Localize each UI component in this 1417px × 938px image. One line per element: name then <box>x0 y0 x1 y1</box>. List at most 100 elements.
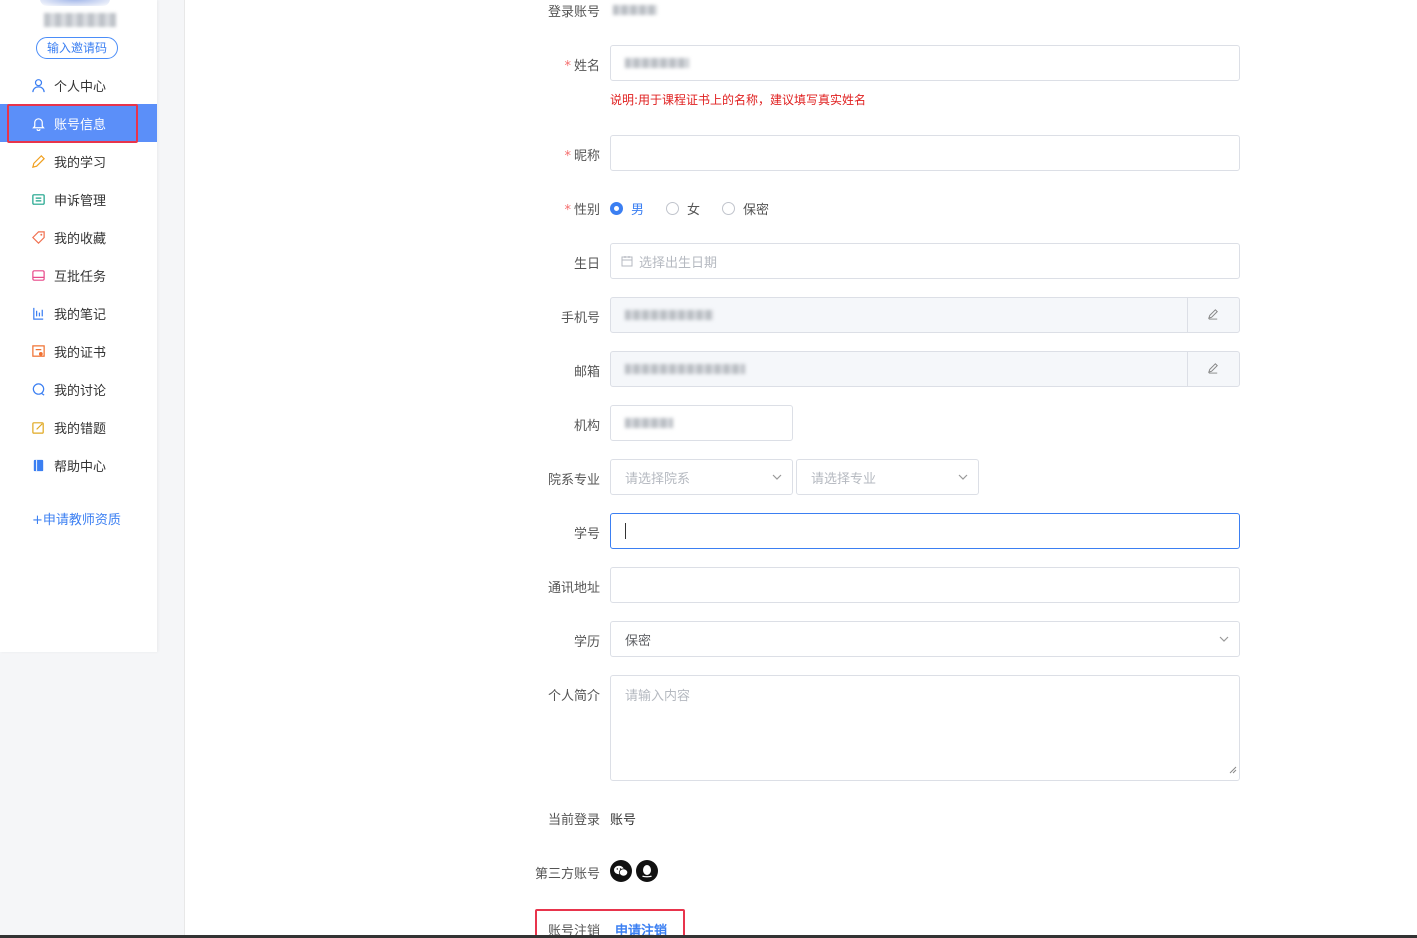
name-label-text: 姓名 <box>573 59 600 74</box>
gender-label: * 性别 <box>480 199 600 218</box>
edit-phone-button[interactable] <box>1187 298 1239 332</box>
name-hint: 说明:用于课程证书上的名称，建议填写真实姓名 <box>610 93 867 107</box>
sidebar-item-notes[interactable]: 我的笔记 <box>0 294 157 332</box>
chevron-down-icon <box>772 471 782 486</box>
birthday-label: 生日 <box>573 257 600 272</box>
nickname-input[interactable] <box>610 135 1240 171</box>
student-id-input[interactable] <box>610 513 1240 549</box>
qq-icon[interactable] <box>636 860 658 882</box>
user-icon <box>30 77 46 93</box>
invite-code-button[interactable]: 输入邀请码 <box>36 37 118 59</box>
sidebar-item-wrong-questions[interactable]: 我的错题 <box>0 408 157 446</box>
address-label: 通讯地址 <box>547 581 600 596</box>
gender-radio-group: 男 女 保密 <box>610 199 791 218</box>
sidebar-item-appeals[interactable]: 申诉管理 <box>0 180 157 218</box>
radio-label: 保密 <box>743 203 770 218</box>
note-icon <box>30 305 46 321</box>
nickname-label-text: 昵称 <box>573 149 600 164</box>
sidebar-item-label: 我的学习 <box>54 155 107 171</box>
birthday-placeholder: 选择出生日期 <box>639 255 718 271</box>
organization-input[interactable] <box>610 405 793 441</box>
required-mark: * <box>564 203 571 218</box>
sidebar: 输入邀请码 个人中心 账号信息 我的学习 申诉管理 我的收藏 互批任务 我的笔记… <box>0 0 157 652</box>
birthday-picker[interactable]: 选择出生日期 <box>610 243 1240 279</box>
radio-label: 男 <box>631 203 645 218</box>
current-login-value: 账号 <box>610 813 637 828</box>
certificate-icon <box>30 343 46 359</box>
phone-input <box>610 297 1240 333</box>
required-mark: * <box>564 59 571 74</box>
sidebar-item-label: 我的收藏 <box>54 231 107 247</box>
email-label: 邮箱 <box>573 365 600 380</box>
text-cursor <box>625 523 626 539</box>
resize-handle-icon[interactable] <box>1229 763 1237 778</box>
major-placeholder: 请选择专业 <box>811 471 877 487</box>
sidebar-item-certificates[interactable]: 我的证书 <box>0 332 157 370</box>
sidebar-item-help-center[interactable]: 帮助中心 <box>0 446 157 484</box>
list-icon <box>30 191 46 207</box>
sidebar-item-label: 我的讨论 <box>54 383 107 399</box>
address-input[interactable] <box>610 567 1240 603</box>
edit-icon <box>1207 307 1220 324</box>
edit-icon <box>30 419 46 435</box>
student-id-label: 学号 <box>573 527 600 542</box>
organization-label: 机构 <box>573 419 600 434</box>
edit-email-button[interactable] <box>1187 352 1239 386</box>
gender-radio-female[interactable]: 女 <box>666 199 700 218</box>
organization-redacted <box>625 418 673 428</box>
name-redacted <box>625 58 689 68</box>
gender-radio-secret[interactable]: 保密 <box>722 199 769 218</box>
sidebar-item-peer-review[interactable]: 互批任务 <box>0 256 157 294</box>
nickname-label: * 昵称 <box>480 145 600 164</box>
email-input <box>610 351 1240 387</box>
chat-icon <box>30 381 46 397</box>
sidebar-item-label: 我的错题 <box>54 421 107 437</box>
bio-label: 个人简介 <box>547 689 600 704</box>
account-form-panel: 登录账号 * 姓名 说明:用于课程证书上的名称，建议填写真实姓名 * 昵称 * 性别 … <box>184 0 1417 938</box>
major-select[interactable]: 请选择专业 <box>796 459 979 495</box>
chevron-down-icon <box>958 471 968 486</box>
education-select[interactable]: 保密 <box>610 621 1240 657</box>
pencil-icon <box>30 153 46 169</box>
email-redacted <box>625 364 745 374</box>
bio-textarea[interactable]: 请输入内容 <box>610 675 1240 781</box>
third-party-icons <box>610 860 662 882</box>
wechat-icon[interactable] <box>610 860 632 882</box>
highlight-box <box>7 104 138 143</box>
radio-dot <box>610 202 623 215</box>
sidebar-item-my-learning[interactable]: 我的学习 <box>0 142 157 180</box>
department-label: 院系专业 <box>547 473 600 488</box>
gender-radio-male[interactable]: 男 <box>610 199 644 218</box>
apply-teacher-link[interactable]: +申请教师资质 <box>32 509 121 528</box>
gender-label-text: 性别 <box>573 203 600 218</box>
sidebar-item-label: 互批任务 <box>54 269 107 285</box>
name-label: * 姓名 <box>480 55 600 74</box>
avatar[interactable] <box>40 0 110 6</box>
login-account-label: 登录账号 <box>547 5 600 20</box>
sidebar-item-discussions[interactable]: 我的讨论 <box>0 370 157 408</box>
sidebar-item-personal-center[interactable]: 个人中心 <box>0 66 157 104</box>
name-input[interactable] <box>610 45 1240 81</box>
radio-label: 女 <box>687 203 701 218</box>
required-mark: * <box>564 149 571 164</box>
login-account-redacted <box>613 5 657 15</box>
sidebar-item-account-info[interactable]: 账号信息 <box>0 104 157 143</box>
third-party-label: 第三方账号 <box>534 867 600 882</box>
tag-icon <box>30 229 46 245</box>
book-icon <box>30 457 46 473</box>
radio-dot <box>666 202 680 215</box>
radio-dot <box>722 202 736 215</box>
calendar-icon <box>621 255 633 267</box>
phone-label: 手机号 <box>560 311 600 326</box>
bio-placeholder: 请输入内容 <box>625 689 691 704</box>
education-value: 保密 <box>625 633 652 649</box>
task-icon <box>30 267 46 283</box>
sidebar-nav: 个人中心 账号信息 我的学习 申诉管理 我的收藏 互批任务 我的笔记 我的证书 … <box>0 66 157 484</box>
sidebar-item-favorites[interactable]: 我的收藏 <box>0 218 157 256</box>
sidebar-item-label: 帮助中心 <box>54 459 107 475</box>
sidebar-item-label: 我的证书 <box>54 345 107 361</box>
department-select[interactable]: 请选择院系 <box>610 459 793 495</box>
department-placeholder: 请选择院系 <box>625 471 691 487</box>
sidebar-item-label: 个人中心 <box>54 79 107 95</box>
chevron-down-icon <box>1219 633 1229 648</box>
